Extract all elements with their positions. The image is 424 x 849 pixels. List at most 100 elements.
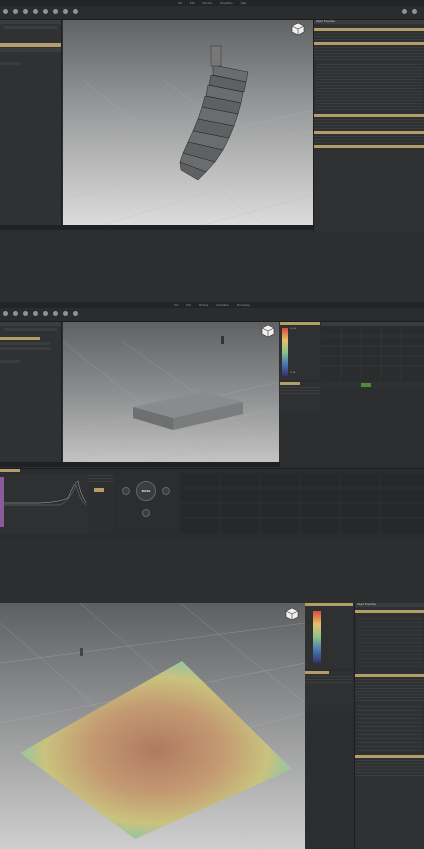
tool-speaker-button[interactable] <box>32 310 39 319</box>
menu-simulation[interactable]: Simulation <box>220 2 233 5</box>
save-icon <box>23 8 28 14</box>
calc-icon <box>73 310 78 316</box>
tree-search[interactable] <box>4 328 57 331</box>
view-settings-panel <box>280 382 320 412</box>
response-graph[interactable] <box>180 473 424 533</box>
tool-surface-button[interactable] <box>52 310 59 319</box>
tool-new-button[interactable] <box>2 8 9 17</box>
speaker-marker[interactable] <box>221 336 224 344</box>
tool-calc-button[interactable] <box>72 310 79 319</box>
section-header[interactable] <box>355 610 424 613</box>
scale-min-label: 70 dB <box>290 372 296 374</box>
tree-item[interactable] <box>0 360 20 363</box>
speaker-table[interactable] <box>316 62 422 112</box>
view-cube-icon[interactable] <box>291 22 305 36</box>
prop-row[interactable] <box>280 391 320 394</box>
knob-right[interactable] <box>162 487 170 495</box>
tool-save-button[interactable] <box>22 8 29 17</box>
menu-window[interactable]: Window <box>203 2 212 5</box>
tree-item[interactable] <box>0 347 50 350</box>
status-bar <box>0 225 313 230</box>
menu-edit[interactable]: Edit <box>186 304 191 307</box>
processing-panel: BASS <box>0 468 424 538</box>
tree-item-selected[interactable] <box>0 43 61 47</box>
empty-space <box>0 232 424 302</box>
new-icon <box>3 310 8 316</box>
surface-icon <box>53 8 58 14</box>
speaker-table[interactable] <box>357 703 422 753</box>
scale-header <box>305 603 353 606</box>
tree-item-selected[interactable] <box>0 337 40 340</box>
empty-space <box>0 538 424 603</box>
tree-tabs[interactable] <box>0 322 61 326</box>
section-header[interactable] <box>314 145 424 148</box>
prop-row[interactable] <box>314 126 424 129</box>
open-icon <box>13 310 18 316</box>
eq-curve-area[interactable] <box>0 473 88 533</box>
tool-open-button[interactable] <box>12 310 19 319</box>
prop-row[interactable] <box>314 57 424 60</box>
tree-item[interactable] <box>0 62 20 65</box>
tree-item[interactable] <box>0 342 50 345</box>
mic-icon <box>63 8 68 14</box>
color-scale-bar <box>313 611 321 663</box>
apply-button[interactable] <box>94 488 104 492</box>
project-tree-panel <box>0 322 62 467</box>
speaker-marker[interactable] <box>80 648 83 656</box>
tool-surface-button[interactable] <box>52 8 59 17</box>
eq-band-bar <box>0 477 4 527</box>
line-array-model[interactable] <box>179 45 249 181</box>
tool-array-button[interactable] <box>42 8 49 17</box>
tool-save-button[interactable] <box>22 310 29 319</box>
heatmap-scene <box>0 603 305 849</box>
knob-bottom[interactable] <box>142 509 150 517</box>
tree-tabs[interactable] <box>0 20 61 24</box>
3d-viewport[interactable] <box>63 322 279 467</box>
tool-settings-button[interactable] <box>401 8 408 17</box>
panel-tab[interactable] <box>0 469 20 472</box>
menu-window[interactable]: Window <box>199 304 208 307</box>
prop-row[interactable] <box>355 773 424 776</box>
color-scale-bar <box>282 328 288 376</box>
viewport-scene <box>63 336 279 467</box>
screenshot-3: Object Properties <box>0 603 424 849</box>
3d-viewport[interactable] <box>0 603 305 849</box>
tool-help-button[interactable] <box>411 8 418 17</box>
properties-panel: Object Properties <box>313 20 424 232</box>
tool-array-button[interactable] <box>42 310 49 319</box>
project-tree-panel <box>0 20 62 225</box>
tool-calc-button[interactable] <box>72 8 79 17</box>
object-tree[interactable] <box>357 615 422 670</box>
new-icon <box>3 8 8 14</box>
option-row[interactable] <box>88 479 114 482</box>
view-cube-icon[interactable] <box>261 324 275 338</box>
menu-processing[interactable]: Processing <box>237 304 250 307</box>
properties-title: Object Properties <box>355 603 424 607</box>
menu-help[interactable]: Help <box>241 2 246 5</box>
knob-left[interactable] <box>122 487 130 495</box>
color-scale-panel: 105 dB 70 dB <box>280 322 320 380</box>
view-cube-icon[interactable] <box>285 607 299 621</box>
3d-viewport[interactable] <box>63 20 313 225</box>
bass-knob[interactable]: BASS <box>136 481 156 501</box>
tool-mic-button[interactable] <box>62 310 69 319</box>
toolbar <box>0 6 424 20</box>
prop-row[interactable] <box>314 37 424 40</box>
stage-block[interactable] <box>133 392 243 430</box>
spl-heatmap-surface[interactable] <box>20 661 292 839</box>
prop-row[interactable] <box>314 140 424 143</box>
tool-open-button[interactable] <box>12 8 19 17</box>
tree-item[interactable] <box>0 48 61 52</box>
tree-search[interactable] <box>4 26 57 29</box>
tool-speaker-button[interactable] <box>32 8 39 17</box>
prop-row[interactable] <box>355 698 424 701</box>
screenshot-1: File Edit Window Simulation Help Object … <box>0 0 424 232</box>
calc-icon <box>73 8 78 14</box>
menu-edit[interactable]: Edit <box>190 2 195 5</box>
prop-row[interactable] <box>305 680 353 683</box>
menu-file[interactable]: File <box>178 2 182 5</box>
tool-mic-button[interactable] <box>62 8 69 17</box>
menu-file[interactable]: File <box>174 304 178 307</box>
menu-simulation[interactable]: Simulation <box>216 304 229 307</box>
tool-new-button[interactable] <box>2 310 9 319</box>
